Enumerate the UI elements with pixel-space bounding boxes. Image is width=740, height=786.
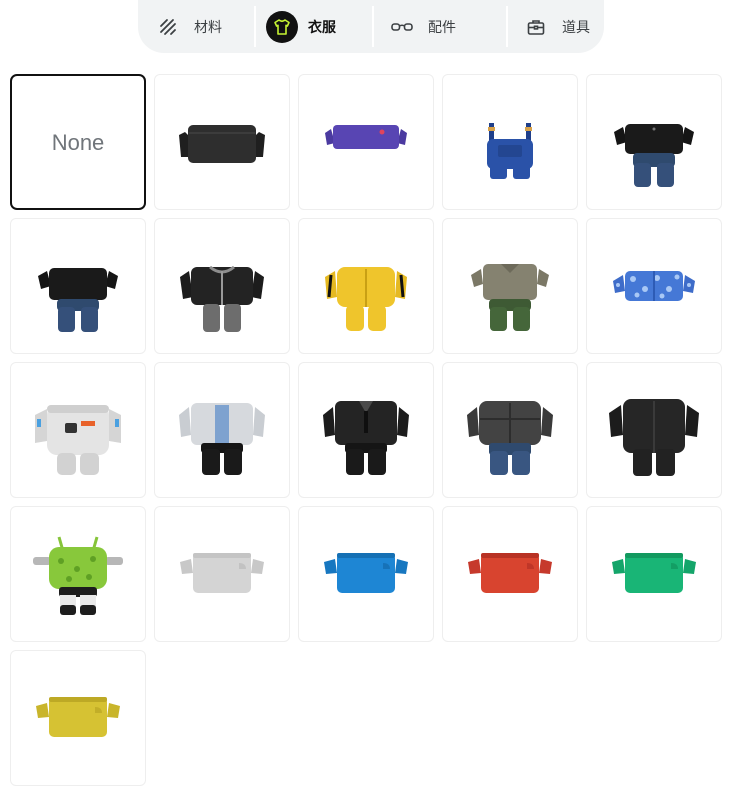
black-jumpsuit-image: [609, 399, 699, 476]
tab-clothes[interactable]: 衣服: [254, 0, 372, 53]
outfit-purple-crop-top[interactable]: [298, 74, 434, 210]
outfit-blue-crop-top[interactable]: [298, 506, 434, 642]
outfit-black-tee-jeans-2[interactable]: [10, 218, 146, 354]
green-leaf-top-shorts-image: [33, 536, 123, 615]
yellow-crop-top-image: [36, 697, 120, 737]
tab-label: 材料: [194, 19, 222, 36]
gray-puffer-jeans-image: [467, 401, 553, 475]
white-crop-top-image: [180, 553, 264, 593]
purple-crop-top-image: [325, 125, 407, 149]
category-tab-bar: 材料 衣服 配件 道具: [138, 0, 604, 53]
black-tee-jeans-2-image: [38, 268, 118, 332]
outfit-black-jumpsuit[interactable]: [586, 362, 722, 498]
toolbox-icon: [520, 11, 552, 43]
outfit-zip-hoodie-gray-pants[interactable]: [154, 218, 290, 354]
tab-label: 道具: [562, 19, 590, 36]
hatch-stripes-icon: [152, 11, 184, 43]
tab-label: 衣服: [308, 19, 336, 36]
tab-props[interactable]: 道具: [506, 0, 604, 53]
outfit-white-crop-top[interactable]: [154, 506, 290, 642]
outfit-green-crop-top[interactable]: [586, 506, 722, 642]
outfit-black-crop-top[interactable]: [154, 74, 290, 210]
outfit-gray-jacket-black-pants[interactable]: [154, 362, 290, 498]
outfit-red-crop-top[interactable]: [442, 506, 578, 642]
none-label: None: [51, 130, 105, 155]
outfit-none[interactable]: None: [10, 74, 146, 210]
black-crop-top-image: [179, 125, 265, 163]
outfit-blue-floral-crop-top[interactable]: [586, 218, 722, 354]
zip-hoodie-gray-pants-image: [180, 265, 264, 332]
outfit-green-leaf-top-shorts[interactable]: [10, 506, 146, 642]
outfit-black-tee-jeans[interactable]: [586, 74, 722, 210]
red-crop-top-image: [468, 553, 552, 593]
outfit-denim-overalls[interactable]: [442, 74, 578, 210]
black-tee-jeans-image: [614, 124, 694, 187]
tshirt-icon: [266, 10, 298, 43]
tab-accessories[interactable]: 配件: [372, 0, 506, 53]
khaki-shirt-green-pants-image: [471, 264, 549, 331]
blue-crop-top-image: [324, 553, 408, 593]
denim-overalls-image: [487, 123, 533, 179]
blue-floral-crop-top-image: [613, 271, 695, 301]
gray-jacket-black-pants-image: [179, 403, 265, 475]
tab-materials[interactable]: 材料: [138, 0, 254, 53]
white-spacesuit-image: [35, 405, 121, 475]
glasses-icon: [386, 11, 418, 43]
outfit-black-suit-tie[interactable]: [298, 362, 434, 498]
outfit-gray-puffer-jeans[interactable]: [442, 362, 578, 498]
tab-label: 配件: [428, 19, 456, 36]
outfit-yellow-tracksuit[interactable]: [298, 218, 434, 354]
outfit-yellow-crop-top[interactable]: [10, 650, 146, 786]
yellow-tracksuit-image: [325, 267, 407, 331]
outfit-white-spacesuit[interactable]: [10, 362, 146, 498]
black-suit-tie-image: [323, 401, 409, 475]
outfit-khaki-shirt-green-pants[interactable]: [442, 218, 578, 354]
green-crop-top-image: [612, 553, 696, 593]
